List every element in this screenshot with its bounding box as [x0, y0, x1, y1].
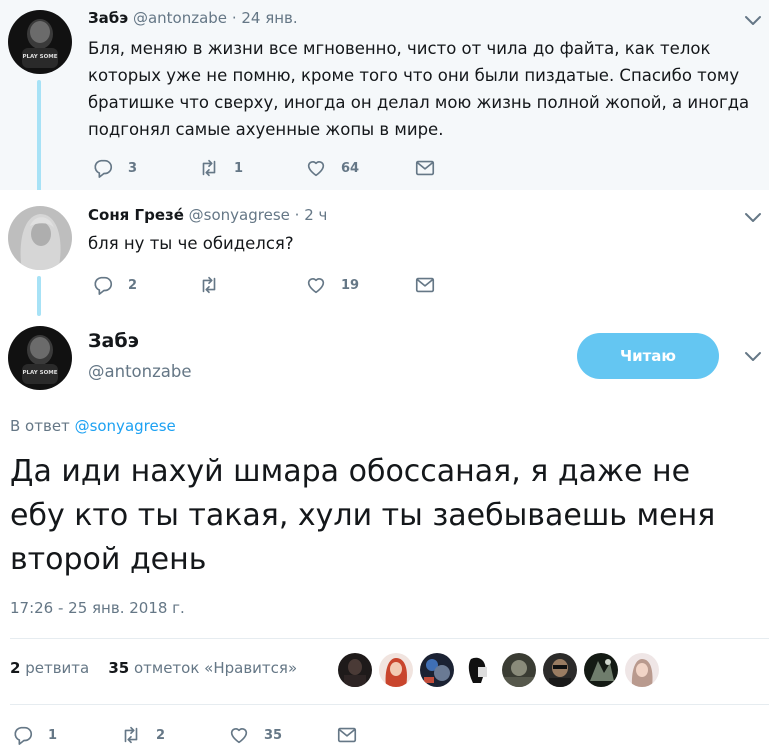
liker-avatar[interactable] — [420, 653, 454, 687]
message-icon — [337, 727, 357, 743]
tweet-text-line: Да иди нахуй шмара обоссаная, я даже не — [10, 454, 691, 489]
liker-avatar[interactable] — [502, 653, 536, 687]
tweet-text: Бля, меняю в жизни все мгновенно, чисто … — [88, 35, 758, 143]
like-button[interactable]: 64 — [305, 157, 359, 179]
tweet-header: Соня Грезé @sonyagrese · 2 ч — [88, 206, 327, 224]
reply-icon — [94, 276, 113, 295]
liker-avatar[interactable] — [584, 653, 618, 687]
retweet-icon — [202, 276, 216, 294]
message-button[interactable] — [414, 274, 436, 296]
like-count: 64 — [341, 160, 360, 176]
message-button[interactable] — [414, 157, 436, 179]
reply-count: 3 — [128, 160, 138, 176]
tweet-header: Забэ @antonzabe · 24 янв. — [88, 9, 298, 27]
svg-text:PLAY SOME: PLAY SOME — [22, 54, 57, 60]
liker-avatar[interactable] — [461, 653, 495, 687]
divider — [10, 704, 769, 705]
retweet-button[interactable]: 2 — [120, 724, 165, 746]
separator: · — [294, 206, 300, 224]
author-handle[interactable]: @sonyagrese — [189, 206, 290, 224]
like-icon — [307, 161, 325, 177]
retweet-count: 1 — [234, 160, 244, 176]
separator: · — [231, 9, 237, 27]
tweet-text: бля ну ты че обиделся? — [88, 234, 294, 253]
retweet-icon — [202, 159, 216, 177]
message-icon — [415, 277, 435, 293]
retweet-button[interactable] — [198, 274, 234, 296]
like-icon — [307, 278, 325, 294]
reply-button[interactable]: 1 — [12, 724, 57, 746]
following-button[interactable]: Читаю — [577, 333, 719, 379]
tweet-text: Да иди нахуй шмара обоссаная, я даже не … — [10, 450, 765, 582]
author-name[interactable]: Забэ — [88, 330, 139, 352]
liker-avatars — [338, 653, 666, 687]
divider — [10, 638, 769, 639]
retweet-count: 2 — [156, 727, 166, 743]
tweet-timestamp[interactable]: 17:26 - 25 янв. 2018 г. — [10, 599, 185, 617]
tweet-text-line: которых уже не помню, кроме того что они… — [88, 66, 740, 85]
likes-label: отметок «Нравится» — [133, 659, 298, 677]
thread-line — [37, 276, 41, 316]
like-button[interactable]: 19 — [305, 274, 359, 296]
avatar[interactable]: PLAY SOME — [8, 326, 72, 390]
reply-icon — [14, 726, 33, 745]
liker-avatar[interactable] — [338, 653, 372, 687]
like-count: 19 — [341, 277, 360, 293]
message-icon — [415, 160, 435, 176]
chevron-down-icon[interactable] — [743, 14, 763, 28]
tweet-time[interactable]: 24 янв. — [241, 9, 297, 27]
author-name[interactable]: Соня Грезé — [88, 206, 184, 224]
reply-count: 1 — [48, 727, 58, 743]
author-name[interactable]: Забэ — [88, 9, 128, 27]
tweet-time[interactable]: 2 ч — [304, 206, 327, 224]
message-button[interactable] — [336, 724, 358, 746]
chevron-down-icon[interactable] — [743, 350, 763, 364]
liker-avatar[interactable] — [625, 653, 659, 687]
author-handle[interactable]: @antonzabe — [88, 362, 192, 381]
svg-text:PLAY SOME: PLAY SOME — [22, 370, 57, 376]
avatar[interactable]: PLAY SOME — [8, 10, 72, 74]
like-icon — [230, 728, 248, 744]
liker-avatar[interactable] — [543, 653, 577, 687]
tweet-text-line: братишке что сверху, иногда он делал мою… — [88, 93, 750, 112]
retweet-button[interactable]: 1 — [198, 157, 243, 179]
reply-button[interactable]: 3 — [92, 157, 137, 179]
like-count: 35 — [264, 727, 283, 743]
like-button[interactable]: 35 — [228, 724, 282, 746]
reply-icon — [94, 159, 113, 178]
thread-line — [37, 80, 41, 198]
retweet-icon — [124, 726, 138, 744]
reply-count: 2 — [128, 277, 138, 293]
tweet-text-line: второй день — [10, 542, 207, 577]
tweet-text-line: ебу кто ты такая, хули ты заебываешь мен… — [10, 498, 716, 533]
tweet-stats: 2 ретвита 35 отметок «Нравится» — [10, 659, 297, 677]
reply-prefix: В ответ — [10, 417, 70, 435]
tweet-text-line: подгонял самые ахуенные жопы в мире. — [88, 120, 444, 139]
retweets-stat[interactable]: 2 ретвита — [10, 659, 89, 677]
retweets-label: ретвита — [25, 659, 90, 677]
tweet-text-line: Бля, меняю в жизни все мгновенно, чисто … — [88, 39, 711, 58]
reply-button[interactable]: 2 — [92, 274, 137, 296]
chevron-down-icon[interactable] — [743, 211, 763, 225]
likes-number: 35 — [108, 659, 130, 677]
reply-context: В ответ @sonyagrese — [10, 417, 176, 435]
liker-avatar[interactable] — [379, 653, 413, 687]
retweets-number: 2 — [10, 659, 21, 677]
reply-to-link[interactable]: @sonyagrese — [75, 417, 176, 435]
avatar[interactable] — [8, 206, 72, 270]
likes-stat[interactable]: 35 отметок «Нравится» — [108, 659, 297, 677]
author-handle[interactable]: @antonzabe — [133, 9, 227, 27]
